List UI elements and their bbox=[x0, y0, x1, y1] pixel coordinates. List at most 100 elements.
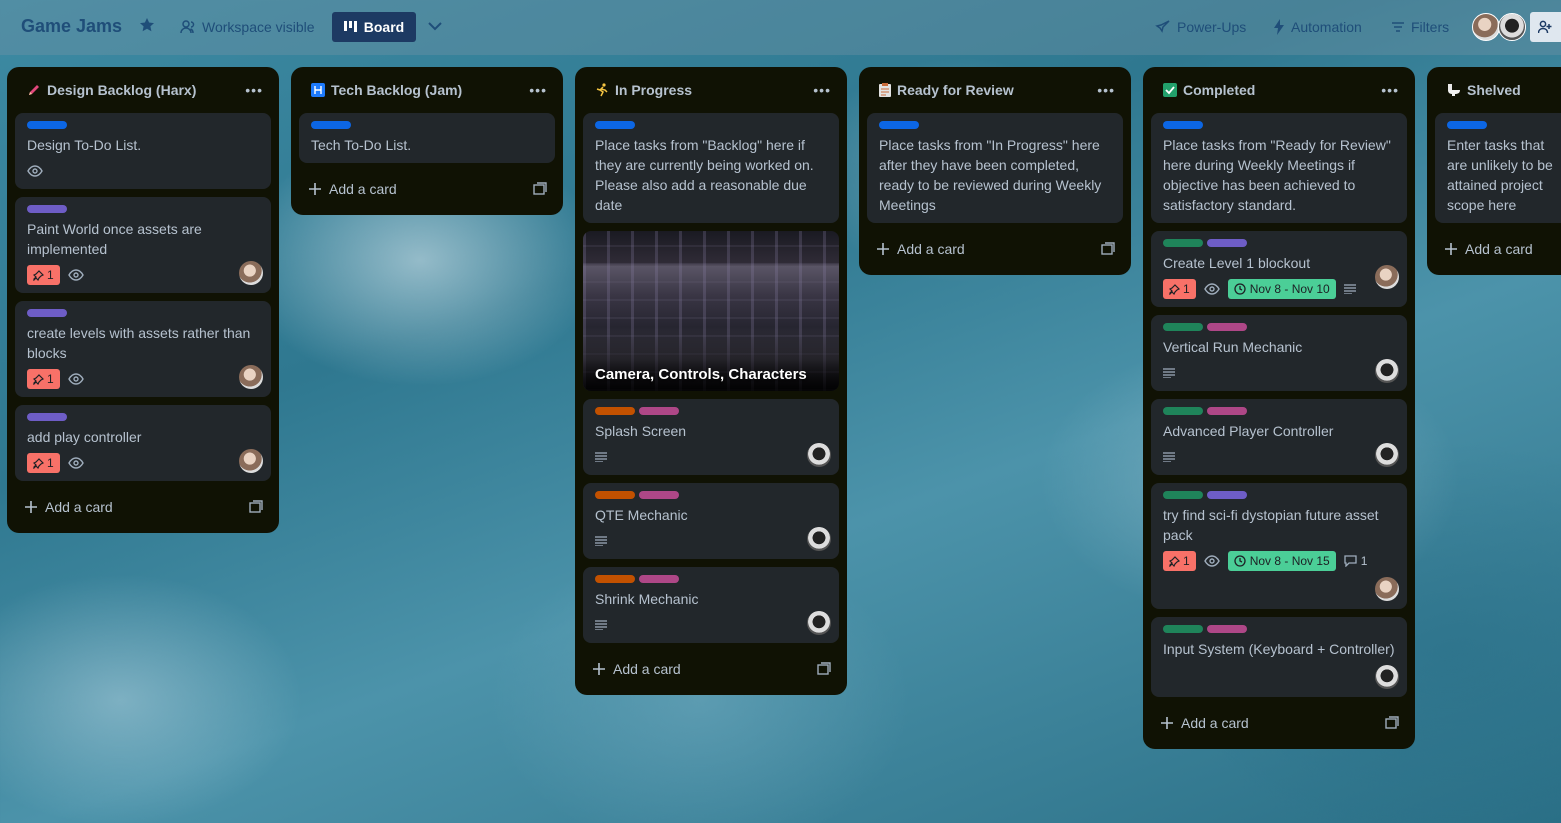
label-blue[interactable] bbox=[595, 121, 635, 129]
list-item[interactable]: try find sci-fi dystopian future asset p… bbox=[1151, 483, 1407, 609]
list-item[interactable]: Advanced Player Controller bbox=[1151, 399, 1407, 475]
star-icon[interactable] bbox=[139, 17, 155, 33]
vote-badge[interactable]: 1 bbox=[27, 453, 60, 473]
list-item[interactable]: create levels with assets rather than bl… bbox=[15, 301, 271, 397]
template-icon[interactable] bbox=[249, 500, 263, 514]
list-item[interactable]: Input System (Keyboard + Controller) bbox=[1151, 617, 1407, 697]
avatar[interactable] bbox=[1375, 265, 1399, 289]
add-card-button[interactable]: Add a card bbox=[15, 489, 271, 525]
label-green[interactable] bbox=[1163, 407, 1203, 415]
avatar[interactable] bbox=[239, 449, 263, 473]
list-menu-button[interactable]: ••• bbox=[813, 82, 831, 98]
label-green[interactable] bbox=[1163, 625, 1203, 633]
label-pink[interactable] bbox=[1207, 323, 1247, 331]
list-menu-button[interactable]: ••• bbox=[529, 82, 547, 98]
avatar[interactable] bbox=[1375, 359, 1399, 383]
label-purple[interactable] bbox=[27, 205, 67, 213]
avatar[interactable] bbox=[1375, 577, 1399, 601]
avatar[interactable] bbox=[1472, 13, 1500, 41]
avatar[interactable] bbox=[1375, 443, 1399, 467]
label-purple[interactable] bbox=[1207, 239, 1247, 247]
plus-icon bbox=[877, 243, 889, 255]
add-card-button[interactable]: Add a card bbox=[1151, 705, 1407, 741]
label-pink[interactable] bbox=[1207, 625, 1247, 633]
due-date-badge[interactable]: Nov 8 - Nov 15 bbox=[1227, 551, 1336, 571]
list-item[interactable]: Place tasks from "Ready for Review" here… bbox=[1151, 113, 1407, 223]
label-blue[interactable] bbox=[311, 121, 351, 129]
checkbox-icon bbox=[1163, 83, 1177, 97]
share-button[interactable] bbox=[1530, 12, 1561, 42]
list-title[interactable]: Design Backlog (Harx) bbox=[47, 82, 239, 98]
board-view-button[interactable]: Board bbox=[332, 12, 416, 42]
list-item[interactable]: Enter tasks that are unlikely to be atta… bbox=[1435, 113, 1561, 223]
label-blue[interactable] bbox=[1447, 121, 1487, 129]
due-date-badge[interactable]: Nov 8 - Nov 10 bbox=[1227, 279, 1336, 299]
label-pink[interactable] bbox=[639, 491, 679, 499]
template-icon[interactable] bbox=[1385, 716, 1399, 730]
list-item[interactable]: Place tasks from "Backlog" here if they … bbox=[583, 113, 839, 223]
list-title[interactable]: Tech Backlog (Jam) bbox=[331, 82, 523, 98]
avatar[interactable] bbox=[239, 365, 263, 389]
vote-badge[interactable]: 1 bbox=[27, 265, 60, 285]
lightning-icon bbox=[1273, 19, 1285, 35]
list-title[interactable]: Shelved bbox=[1467, 82, 1561, 98]
label-purple[interactable] bbox=[27, 309, 67, 317]
template-icon[interactable] bbox=[817, 662, 831, 676]
vote-badge[interactable]: 1 bbox=[27, 369, 60, 389]
label-pink[interactable] bbox=[639, 575, 679, 583]
label-green[interactable] bbox=[1163, 491, 1203, 499]
filters-button[interactable]: Filters bbox=[1391, 19, 1449, 35]
chevron-down-icon[interactable] bbox=[426, 17, 444, 35]
label-purple[interactable] bbox=[1207, 491, 1247, 499]
label-pink[interactable] bbox=[1207, 407, 1247, 415]
template-icon[interactable] bbox=[1101, 242, 1115, 256]
list-item[interactable]: Design To-Do List. bbox=[15, 113, 271, 189]
label-orange[interactable] bbox=[595, 575, 635, 583]
label-blue[interactable] bbox=[27, 121, 67, 129]
power-ups-button[interactable]: Power-Ups bbox=[1155, 19, 1246, 35]
automation-button[interactable]: Automation bbox=[1273, 19, 1362, 35]
label-purple[interactable] bbox=[27, 413, 67, 421]
list-menu-button[interactable]: ••• bbox=[245, 82, 263, 98]
vote-badge[interactable]: 1 bbox=[1163, 551, 1196, 571]
avatar[interactable] bbox=[807, 527, 831, 551]
list-item[interactable]: Splash Screen bbox=[583, 399, 839, 475]
avatar[interactable] bbox=[807, 611, 831, 635]
avatar[interactable] bbox=[239, 261, 263, 285]
due-date-text: Nov 8 - Nov 10 bbox=[1249, 282, 1330, 296]
list-ready-for-review: Ready for Review ••• Place tasks from "I… bbox=[859, 67, 1131, 275]
card-cover-image[interactable]: Camera, Controls, Characters bbox=[583, 231, 839, 391]
list-item[interactable]: Place tasks from "In Progress" here afte… bbox=[867, 113, 1123, 223]
label-orange[interactable] bbox=[595, 491, 635, 499]
list-item[interactable]: add play controller 1 bbox=[15, 405, 271, 481]
board-title[interactable]: Game Jams bbox=[21, 16, 122, 37]
list-title[interactable]: Completed bbox=[1183, 82, 1375, 98]
label-orange[interactable] bbox=[595, 407, 635, 415]
add-card-button[interactable]: Add a card bbox=[299, 171, 555, 207]
avatar[interactable] bbox=[1375, 665, 1399, 689]
label-blue[interactable] bbox=[879, 121, 919, 129]
list-item[interactable]: Create Level 1 blockout 1 Nov 8 - Nov 10 bbox=[1151, 231, 1407, 307]
vote-badge[interactable]: 1 bbox=[1163, 279, 1196, 299]
avatar[interactable] bbox=[807, 443, 831, 467]
list-item[interactable]: Tech To-Do List. bbox=[299, 113, 555, 163]
board-header: Game Jams Workspace visible Board Power-… bbox=[0, 0, 1561, 55]
add-card-button[interactable]: Add a card bbox=[583, 651, 839, 687]
list-title[interactable]: In Progress bbox=[615, 82, 807, 98]
list-item[interactable]: Vertical Run Mechanic bbox=[1151, 315, 1407, 391]
list-title[interactable]: Ready for Review bbox=[897, 82, 1091, 98]
list-item[interactable]: Shrink Mechanic bbox=[583, 567, 839, 643]
add-card-button[interactable]: Add a card bbox=[867, 231, 1123, 267]
template-icon[interactable] bbox=[533, 182, 547, 196]
label-blue[interactable] bbox=[1163, 121, 1203, 129]
label-green[interactable] bbox=[1163, 323, 1203, 331]
list-item[interactable]: QTE Mechanic bbox=[583, 483, 839, 559]
list-item[interactable]: Paint World once assets are implemented … bbox=[15, 197, 271, 293]
avatar[interactable] bbox=[1498, 13, 1526, 41]
list-menu-button[interactable]: ••• bbox=[1381, 82, 1399, 98]
list-menu-button[interactable]: ••• bbox=[1097, 82, 1115, 98]
label-green[interactable] bbox=[1163, 239, 1203, 247]
label-pink[interactable] bbox=[639, 407, 679, 415]
visibility-button[interactable]: Workspace visible bbox=[180, 19, 315, 35]
add-card-button[interactable]: Add a card bbox=[1435, 231, 1561, 267]
